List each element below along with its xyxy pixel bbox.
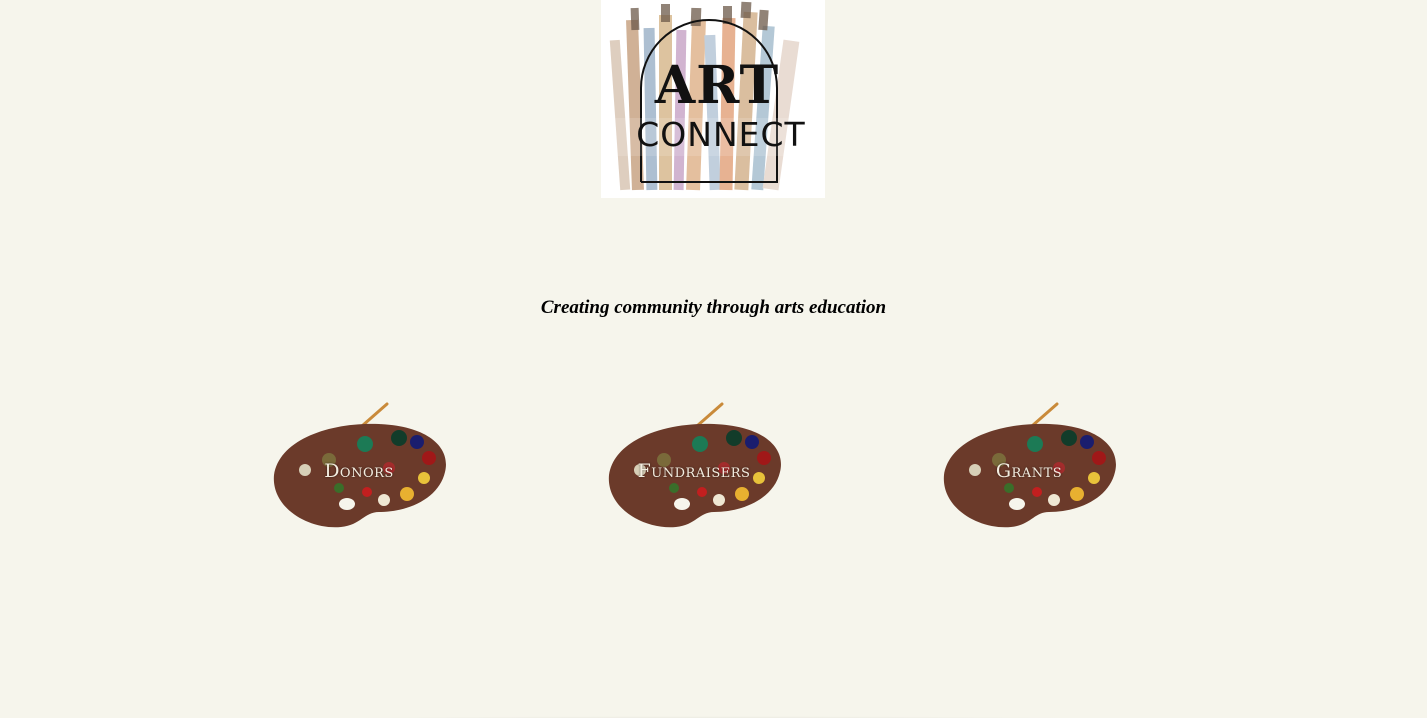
nav-donors-label: Donors (324, 460, 394, 482)
nav-donors-link[interactable]: Donors (269, 400, 449, 530)
art-connect-logo[interactable]: ART CONNECT (601, 0, 825, 198)
home-page: ART CONNECT Creating community through a… (0, 0, 1427, 718)
nav-grants-label: Grants (995, 460, 1063, 482)
logo-wordmark-connect: CONNECT (636, 115, 806, 154)
tagline: Creating community through arts educatio… (540, 297, 887, 318)
nav-grants-link[interactable]: Grants (939, 400, 1119, 530)
nav-fundraisers-label: Fundraisers (637, 460, 751, 482)
logo-wordmark-art: ART (654, 55, 780, 116)
nav-fundraisers-link[interactable]: Fundraisers (604, 400, 784, 530)
